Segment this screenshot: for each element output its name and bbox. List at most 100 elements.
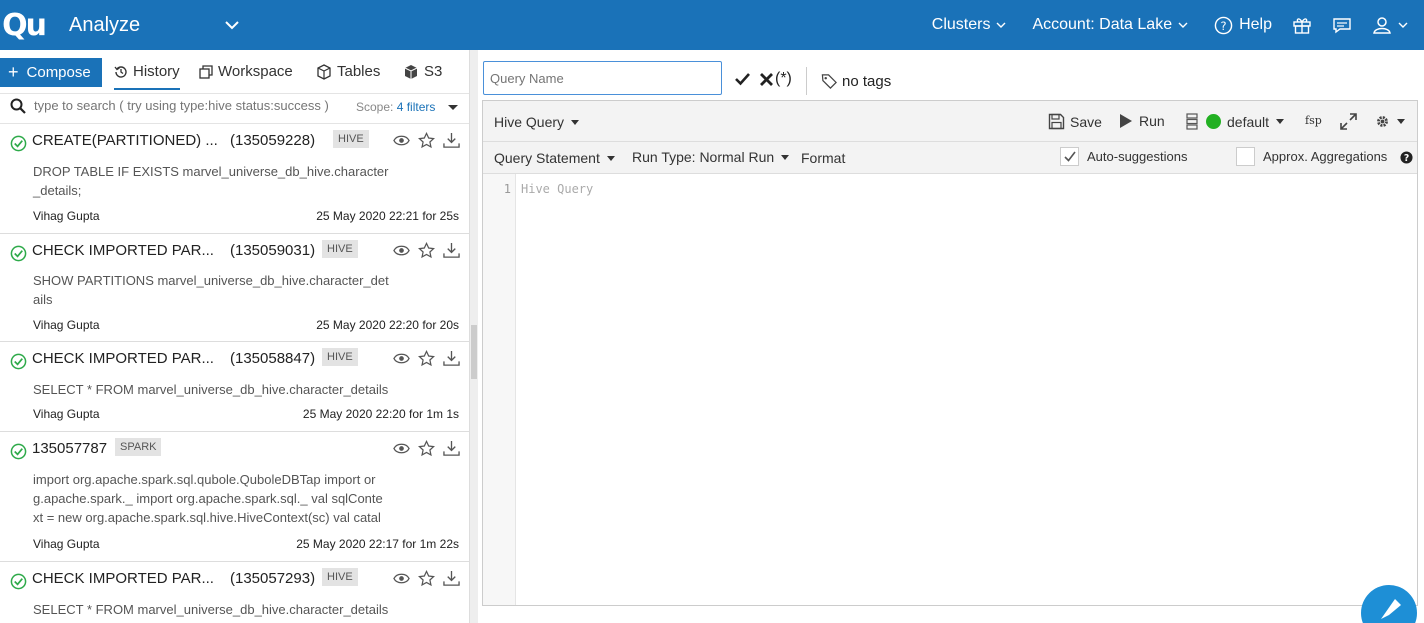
- star-icon[interactable]: [418, 242, 435, 259]
- compose-label: Compose: [26, 64, 91, 81]
- tab-s3[interactable]: S3: [403, 63, 442, 80]
- star-icon[interactable]: [418, 132, 435, 149]
- editor-toolbar: Hive Query Save Run default fsp: [483, 101, 1417, 142]
- download-icon[interactable]: [443, 242, 460, 259]
- eye-icon[interactable]: [393, 440, 410, 457]
- query-statement-dropdown[interactable]: Query Statement: [494, 150, 615, 166]
- scope-caret-icon[interactable]: [448, 105, 458, 110]
- splitter-handle[interactable]: [471, 325, 477, 379]
- caret-down-icon: [571, 119, 580, 125]
- line-number-gutter: 1: [483, 174, 516, 605]
- eye-icon[interactable]: [393, 132, 410, 149]
- query-name-actions: (*): [734, 70, 792, 88]
- history-search-input[interactable]: [34, 98, 339, 113]
- history-item-time: 25 May 2020 22:17 for 1m 22s: [296, 537, 459, 551]
- fsp-label: fsp: [1305, 114, 1322, 127]
- tab-tables-label: Tables: [337, 63, 381, 80]
- eye-icon[interactable]: [393, 350, 410, 367]
- settings-menu[interactable]: [1375, 114, 1405, 129]
- history-item-title[interactable]: 135057787: [32, 440, 107, 457]
- query-type-dropdown[interactable]: Hive Query: [494, 114, 580, 130]
- approx-aggregations-toggle[interactable]: Approx. Aggregations: [1236, 147, 1387, 166]
- history-icon: [114, 65, 127, 78]
- scope-filters-link[interactable]: 4 filters: [397, 100, 436, 114]
- divider: [806, 67, 807, 95]
- query-name-input[interactable]: [483, 61, 722, 95]
- download-icon[interactable]: [443, 132, 460, 149]
- tab-history[interactable]: History: [114, 63, 180, 90]
- editor-placeholder[interactable]: Hive Query: [521, 182, 593, 196]
- history-item-title[interactable]: CHECK IMPORTED PAR...: [32, 350, 214, 367]
- gift-icon[interactable]: [1292, 15, 1312, 35]
- tables-icon: [317, 63, 331, 80]
- help-icon[interactable]: ?: [1400, 151, 1413, 164]
- history-item-title[interactable]: CHECK IMPORTED PAR...: [32, 570, 214, 587]
- approx-aggregations-checkbox[interactable]: [1236, 147, 1255, 166]
- history-item[interactable]: CHECK IMPORTED PAR... (135058847) HIVE S…: [0, 342, 469, 432]
- history-item-title[interactable]: CREATE(PARTITIONED) ...: [32, 132, 218, 149]
- history-item-user: Vihag Gupta: [33, 209, 100, 223]
- eye-icon[interactable]: [393, 242, 410, 259]
- cluster-status-icon: [1206, 114, 1221, 129]
- confirm-check-icon[interactable]: [734, 71, 751, 87]
- scope-filter[interactable]: Scope: 4 filters: [356, 100, 435, 114]
- user-icon: [1373, 17, 1391, 34]
- run-type-dropdown[interactable]: Run Type: Normal Run: [632, 149, 790, 165]
- tab-s3-label: S3: [424, 63, 443, 80]
- history-item-id: (135059031): [230, 242, 316, 259]
- plus-icon: +: [8, 62, 19, 82]
- eye-icon[interactable]: [393, 570, 410, 587]
- star-icon[interactable]: [418, 570, 435, 587]
- account-menu[interactable]: Account: Data Lake: [1032, 16, 1188, 34]
- help-label: Help: [1239, 16, 1272, 33]
- fsp-button[interactable]: fsp: [1305, 114, 1322, 127]
- chevron-down-icon: [996, 22, 1006, 28]
- cancel-x-icon[interactable]: [759, 72, 774, 87]
- history-item[interactable]: CREATE(PARTITIONED) ... (135059228) HIVE…: [0, 124, 469, 234]
- star-icon[interactable]: [418, 440, 435, 457]
- history-item-query: SHOW PARTITIONS marvel_universe_db_hive.…: [33, 273, 389, 307]
- history-item-id: (135058847): [230, 350, 316, 367]
- app-title[interactable]: Analyze: [69, 14, 140, 37]
- auto-suggestions-checkbox[interactable]: [1060, 147, 1079, 166]
- download-icon[interactable]: [443, 570, 460, 587]
- history-item-title[interactable]: CHECK IMPORTED PAR...: [32, 242, 214, 259]
- query-editor: Hive Query Save Run default fsp Query St…: [482, 100, 1418, 606]
- download-icon[interactable]: [443, 350, 460, 367]
- assistant-fab[interactable]: [1361, 585, 1417, 623]
- save-button[interactable]: Save: [1048, 113, 1102, 130]
- editor-panel: (*) no tags Hive Query Save Run default: [478, 50, 1424, 623]
- clusters-menu[interactable]: Clusters: [932, 16, 1007, 34]
- tags-button[interactable]: no tags: [821, 73, 891, 90]
- success-check-icon: [10, 353, 27, 370]
- expand-icon[interactable]: [1340, 113, 1357, 130]
- tab-workspace-label: Workspace: [218, 63, 293, 80]
- cluster-selector[interactable]: default: [1186, 113, 1285, 130]
- history-item-id: (135057293): [230, 570, 316, 587]
- format-button[interactable]: Format: [801, 150, 845, 166]
- history-item-badge: HIVE: [333, 130, 369, 148]
- tab-tables[interactable]: Tables: [316, 63, 380, 80]
- run-type-label: Run Type: Normal Run: [632, 149, 775, 165]
- chevron-down-icon[interactable]: [224, 17, 240, 33]
- top-nav-bar: Qu Analyze Clusters Account: Data Lake ?…: [0, 0, 1424, 50]
- history-item-query: SELECT * FROM marvel_universe_db_hive.ch…: [33, 602, 389, 617]
- feedback-icon[interactable]: [1332, 15, 1352, 35]
- qubole-logo[interactable]: Qu: [2, 6, 47, 44]
- user-menu[interactable]: [1372, 15, 1408, 35]
- run-button[interactable]: Run: [1119, 113, 1165, 129]
- star-icon[interactable]: [418, 350, 435, 367]
- history-item[interactable]: 135057787 SPARK import org.apache.spark.…: [0, 432, 469, 562]
- history-item-badge: HIVE: [322, 240, 358, 258]
- auto-suggestions-toggle[interactable]: Auto-suggestions: [1060, 147, 1187, 166]
- download-icon[interactable]: [443, 440, 460, 457]
- help-menu[interactable]: ? Help: [1214, 16, 1272, 35]
- compose-button[interactable]: + Compose: [0, 58, 102, 87]
- svg-text:?: ?: [1221, 18, 1227, 32]
- history-item[interactable]: CHECK IMPORTED PAR... (135057293) HIVE S…: [0, 562, 469, 623]
- s3-cube-icon: [404, 64, 418, 79]
- tab-workspace[interactable]: Workspace: [199, 63, 293, 80]
- history-item-time: 25 May 2020 22:20 for 1m 1s: [302, 407, 459, 421]
- svg-text:?: ?: [1404, 153, 1409, 164]
- history-item[interactable]: CHECK IMPORTED PAR... (135059031) HIVE S…: [0, 234, 469, 342]
